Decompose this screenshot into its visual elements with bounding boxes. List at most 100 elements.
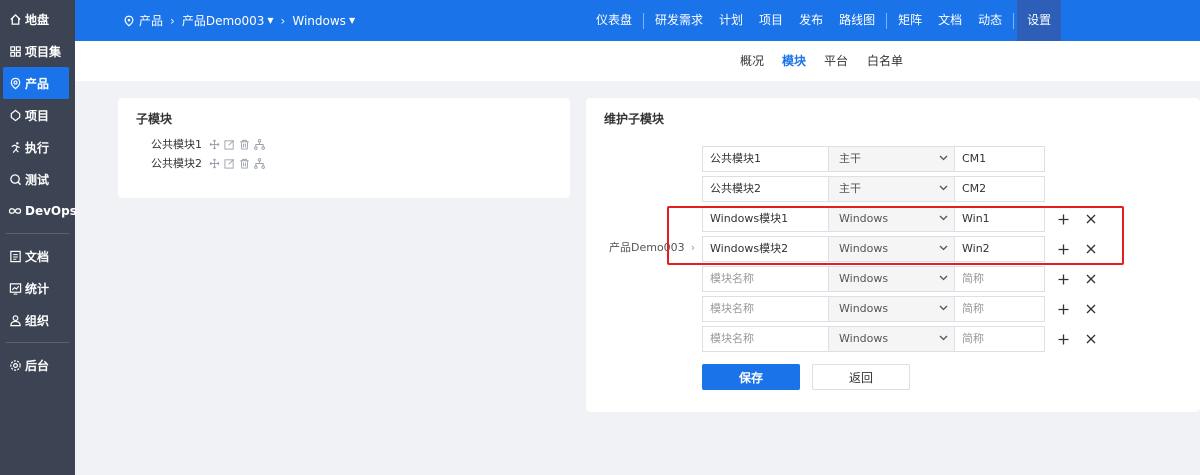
breadcrumb-branch[interactable]: Windows bbox=[292, 14, 346, 28]
nav-release[interactable]: 发布 bbox=[791, 0, 831, 41]
edit-icon[interactable] bbox=[222, 157, 237, 169]
hierarchy-icon[interactable] bbox=[252, 138, 267, 150]
nav-matrix[interactable]: 矩阵 bbox=[890, 0, 930, 41]
branch-select[interactable]: Windows bbox=[828, 236, 955, 262]
chevron-down-icon bbox=[939, 327, 948, 351]
nav-roadmap[interactable]: 路线图 bbox=[831, 0, 883, 41]
module-code-input[interactable]: 简称 bbox=[954, 266, 1045, 292]
edit-icon[interactable] bbox=[222, 138, 237, 150]
add-row-icon[interactable] bbox=[1055, 331, 1071, 347]
sidebar-item-test[interactable]: 测试 bbox=[0, 163, 75, 195]
branch-select-value: Windows bbox=[839, 272, 889, 285]
add-row-icon[interactable] bbox=[1055, 241, 1071, 257]
sidebar-item-label: 文档 bbox=[25, 249, 50, 264]
infinity-icon bbox=[8, 204, 22, 218]
nav-settings[interactable]: 设置 bbox=[1017, 0, 1062, 41]
sidebar-item-label: 后台 bbox=[25, 358, 50, 373]
module-name-input[interactable]: 公共模块2 bbox=[702, 176, 829, 202]
test-icon bbox=[8, 172, 22, 186]
caret-down-icon[interactable]: ▼ bbox=[267, 16, 273, 25]
tree-item-label[interactable]: 公共模块2 bbox=[151, 155, 202, 171]
submodule-card: 子模块 公共模块1 公共模块2 bbox=[118, 98, 570, 198]
sidebar-item-execution[interactable]: 执行 bbox=[0, 131, 75, 163]
chevron-right-icon: › bbox=[280, 13, 286, 28]
move-icon[interactable] bbox=[207, 138, 222, 150]
module-name-input[interactable]: 模块名称 bbox=[702, 326, 829, 352]
branch-select[interactable]: Windows bbox=[828, 296, 955, 322]
tree-item: 公共模块2 bbox=[151, 155, 267, 171]
module-name-input[interactable]: 模块名称 bbox=[702, 266, 829, 292]
remove-row-icon[interactable] bbox=[1083, 301, 1099, 317]
users-icon bbox=[8, 313, 22, 327]
module-name-input[interactable]: 公共模块1 bbox=[702, 146, 829, 172]
module-name-input[interactable]: Windows模块1 bbox=[702, 206, 829, 232]
branch-select-value: Windows bbox=[839, 212, 889, 225]
module-code-input[interactable]: Win1 bbox=[954, 206, 1045, 232]
nav-dashboard[interactable]: 仪表盘 bbox=[588, 0, 640, 41]
branch-select-value: Windows bbox=[839, 242, 889, 255]
branch-select[interactable]: 主干 bbox=[828, 146, 955, 172]
remove-row-icon[interactable] bbox=[1083, 211, 1099, 227]
nav-plan[interactable]: 计划 bbox=[711, 0, 751, 41]
chevron-down-icon bbox=[939, 207, 948, 231]
sidebar-item-org[interactable]: 组织 bbox=[0, 304, 75, 336]
nav-doc[interactable]: 文档 bbox=[930, 0, 970, 41]
module-code-input[interactable]: CM2 bbox=[954, 176, 1045, 202]
branch-select-value: Windows bbox=[839, 302, 889, 315]
module-name-input[interactable]: 模块名称 bbox=[702, 296, 829, 322]
chevron-right-icon: › bbox=[170, 13, 175, 28]
card-title: 子模块 bbox=[136, 112, 173, 126]
breadcrumb-root[interactable]: 产品 bbox=[139, 12, 163, 29]
delete-icon[interactable] bbox=[237, 157, 252, 169]
sidebar-item-devops[interactable]: DevOps bbox=[0, 195, 77, 227]
sidebar-item-stats[interactable]: 统计 bbox=[0, 272, 75, 304]
tab-modules[interactable]: 模块 bbox=[782, 41, 806, 81]
sidebar-item-program[interactable]: 项目集 bbox=[0, 35, 75, 67]
module-name-input[interactable]: Windows模块2 bbox=[702, 236, 829, 262]
gear-icon bbox=[8, 358, 22, 372]
nav-project[interactable]: 项目 bbox=[751, 0, 791, 41]
breadcrumb: 产品 › 产品Demo003 ▼ › Windows ▼ bbox=[123, 0, 355, 41]
delete-icon[interactable] bbox=[237, 138, 252, 150]
sidebar-item-label: DevOps bbox=[25, 204, 77, 218]
sidebar-item-doc[interactable]: 文档 bbox=[0, 240, 75, 272]
module-code-input[interactable]: 简称 bbox=[954, 296, 1045, 322]
sidebar-item-project[interactable]: 项目 bbox=[0, 99, 75, 131]
card-title: 维护子模块 bbox=[604, 112, 665, 126]
tab-platform[interactable]: 平台 bbox=[824, 41, 848, 81]
module-code-input[interactable]: 简称 bbox=[954, 326, 1045, 352]
sidebar-item-product[interactable]: 产品 bbox=[3, 67, 69, 99]
sidebar-item-admin[interactable]: 后台 bbox=[0, 349, 75, 381]
branch-select[interactable]: 主干 bbox=[828, 176, 955, 202]
remove-row-icon[interactable] bbox=[1083, 241, 1099, 257]
sidebar-item-label: 执行 bbox=[25, 140, 50, 155]
chevron-down-icon bbox=[939, 267, 948, 291]
save-button[interactable]: 保存 bbox=[702, 364, 800, 390]
back-button[interactable]: 返回 bbox=[812, 364, 910, 390]
module-code-input[interactable]: CM1 bbox=[954, 146, 1045, 172]
branch-select[interactable]: Windows bbox=[828, 326, 955, 352]
chevron-down-icon bbox=[939, 297, 948, 321]
remove-row-icon[interactable] bbox=[1083, 271, 1099, 287]
module-code-input[interactable]: Win2 bbox=[954, 236, 1045, 262]
caret-down-icon[interactable]: ▼ bbox=[349, 16, 355, 25]
branch-select[interactable]: Windows bbox=[828, 266, 955, 292]
tab-whitelist[interactable]: 白名单 bbox=[867, 41, 903, 81]
nav-activity[interactable]: 动态 bbox=[970, 0, 1010, 41]
sidebar-item-dashboard[interactable]: 地盘 bbox=[0, 3, 75, 35]
sidebar-item-label: 地盘 bbox=[25, 12, 50, 27]
sidebar: 地盘 项目集 产品 项目 执行 测试 DevOps 文档 统计 组织 后台 bbox=[0, 0, 77, 475]
project-icon bbox=[8, 108, 22, 122]
add-row-icon[interactable] bbox=[1055, 301, 1071, 317]
add-row-icon[interactable] bbox=[1055, 211, 1071, 227]
branch-select[interactable]: Windows bbox=[828, 206, 955, 232]
move-icon[interactable] bbox=[207, 157, 222, 169]
tab-overview[interactable]: 概况 bbox=[740, 41, 764, 81]
add-row-icon[interactable] bbox=[1055, 271, 1071, 287]
top-bar: 产品 › 产品Demo003 ▼ › Windows ▼ 仪表盘 研发需求 计划… bbox=[75, 0, 1200, 41]
hierarchy-icon[interactable] bbox=[252, 157, 267, 169]
nav-requirements[interactable]: 研发需求 bbox=[647, 0, 711, 41]
breadcrumb-product[interactable]: 产品Demo003 bbox=[182, 12, 265, 29]
remove-row-icon[interactable] bbox=[1083, 331, 1099, 347]
tree-item-label[interactable]: 公共模块1 bbox=[151, 136, 202, 152]
